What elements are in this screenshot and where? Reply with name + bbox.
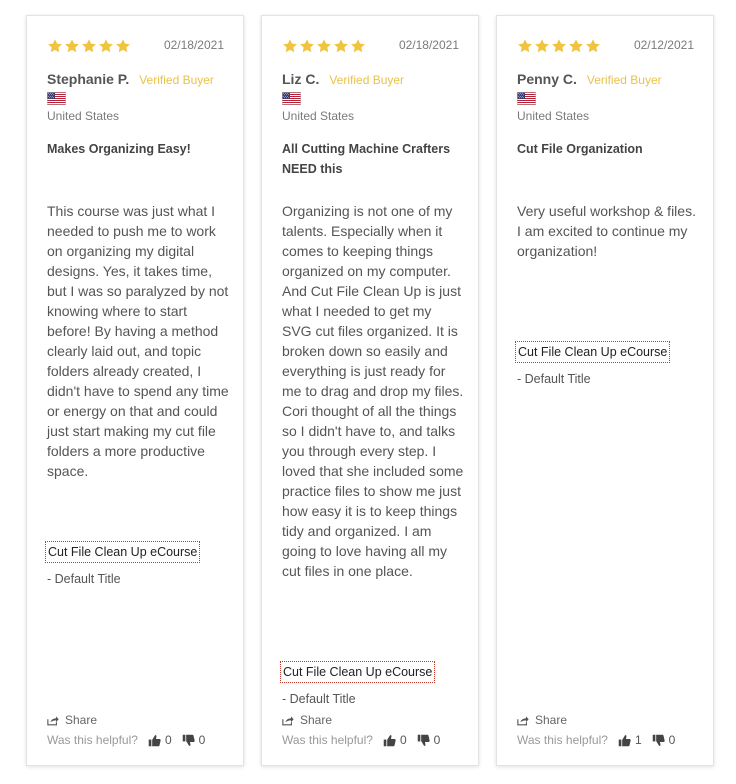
product-link[interactable]: Cut File Clean Up eCourse — [45, 541, 201, 563]
star-icon — [517, 38, 533, 54]
product-variant: - Default Title — [517, 372, 591, 386]
thumbs-down-icon — [652, 734, 665, 747]
verified-badge: Verified Buyer — [329, 73, 405, 87]
review-title: Cut File Organization — [517, 142, 643, 156]
star-icon — [98, 38, 114, 54]
helpful-label: Was this helpful? — [282, 733, 373, 747]
thumbs-down-icon — [417, 734, 430, 747]
share-button[interactable]: Share — [517, 713, 567, 727]
upvote-count: 1 — [634, 733, 642, 747]
reviewer-name: Stephanie P. Verified Buyer — [47, 71, 214, 87]
downvote-count: 0 — [433, 733, 441, 747]
star-icon — [282, 38, 298, 54]
us-flag-icon — [282, 92, 301, 105]
product-link[interactable]: Cut File Clean Up eCourse — [515, 341, 671, 363]
star-icon — [115, 38, 131, 54]
verified-badge: Verified Buyer — [139, 73, 214, 87]
share-icon — [517, 715, 529, 726]
star-icon — [585, 38, 601, 54]
star-icon — [551, 38, 567, 54]
thumbs-up-icon — [618, 734, 631, 747]
review-body: This course was just what I needed to pu… — [47, 203, 229, 479]
share-button[interactable]: Share — [282, 713, 332, 727]
reviewer-name-text: Liz C. — [282, 71, 320, 87]
star-icon — [316, 38, 332, 54]
helpful-label: Was this helpful? — [517, 733, 608, 747]
upvote-count: 0 — [399, 733, 407, 747]
review-card: 02/18/2021 Stephanie P. Verified Buyer Un… — [26, 15, 244, 766]
share-label: Share — [300, 713, 333, 727]
share-button[interactable]: Share — [47, 713, 97, 727]
product-link[interactable]: Cut File Clean Up eCourse — [280, 661, 436, 683]
review-body: Organizing is not one of my talents. Esp… — [282, 203, 464, 579]
us-flag-icon — [47, 92, 66, 105]
star-icon — [350, 38, 366, 54]
review-card: 02/18/2021 Liz C. Verified Buyer United S… — [261, 15, 479, 766]
star-icon — [568, 38, 584, 54]
share-label: Share — [65, 713, 98, 727]
review-date: 02/18/2021 — [163, 38, 224, 52]
star-rating — [47, 38, 131, 54]
verified-badge: Verified Buyer — [586, 73, 662, 87]
star-icon — [333, 38, 349, 54]
downvote-count: 0 — [668, 733, 676, 747]
thumbs-up-icon — [383, 734, 396, 747]
thumbs-down-icon — [182, 734, 195, 747]
share-label: Share — [535, 713, 568, 727]
us-flag-icon — [517, 92, 536, 105]
reviewer-country: United States — [282, 109, 355, 123]
downvote-count: 0 — [198, 733, 206, 747]
reviewer-country: United States — [47, 109, 120, 123]
share-icon — [47, 715, 59, 726]
thumbs-down-button[interactable]: 0 — [417, 733, 441, 747]
review-title: Makes Organizing Easy! — [47, 142, 191, 156]
upvote-count: 0 — [164, 733, 172, 747]
review-title: All Cutting Machine Crafters NEED this — [282, 142, 451, 176]
reviewer-name-text: Stephanie P. — [47, 71, 130, 87]
reviewer-name: Liz C. Verified Buyer — [282, 71, 404, 87]
thumbs-up-button[interactable]: 0 — [383, 733, 407, 747]
helpful-row: Was this helpful? 1 0 — [517, 733, 675, 747]
reviewer-name-text: Penny C. — [517, 71, 577, 87]
share-icon — [282, 715, 294, 726]
review-card: 02/12/2021 Penny C. Verified Buyer United… — [496, 15, 714, 766]
star-icon — [299, 38, 315, 54]
reviewer-country: United States — [517, 109, 590, 123]
thumbs-up-icon — [148, 734, 161, 747]
review-date: 02/12/2021 — [633, 38, 694, 52]
helpful-row: Was this helpful? 0 0 — [282, 733, 440, 747]
product-variant: - Default Title — [282, 692, 356, 706]
helpful-label: Was this helpful? — [47, 733, 138, 747]
helpful-row: Was this helpful? 0 0 — [47, 733, 205, 747]
star-icon — [64, 38, 80, 54]
thumbs-down-button[interactable]: 0 — [652, 733, 676, 747]
star-icon — [47, 38, 63, 54]
thumbs-up-button[interactable]: 0 — [148, 733, 172, 747]
star-rating — [517, 38, 601, 54]
product-variant: - Default Title — [47, 572, 121, 586]
star-rating — [282, 38, 366, 54]
thumbs-up-button[interactable]: 1 — [618, 733, 642, 747]
reviewer-name: Penny C. Verified Buyer — [517, 71, 662, 87]
star-icon — [534, 38, 550, 54]
thumbs-down-button[interactable]: 0 — [182, 733, 206, 747]
review-body: Very useful workshop & files. I am excit… — [517, 203, 696, 259]
review-date: 02/18/2021 — [398, 38, 459, 52]
star-icon — [81, 38, 97, 54]
